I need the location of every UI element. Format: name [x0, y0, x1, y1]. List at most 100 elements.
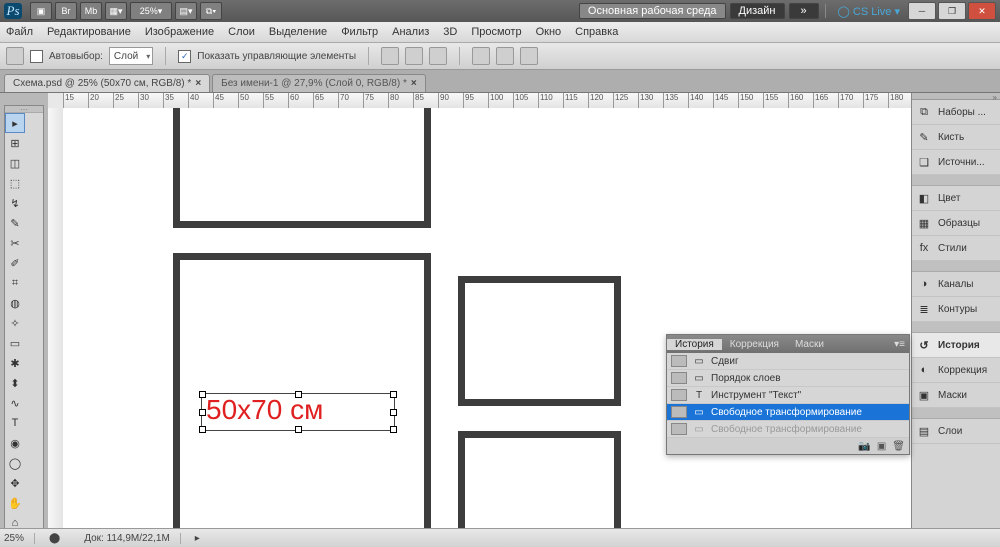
align-icon-6[interactable] — [520, 47, 538, 65]
bridge-icon[interactable]: Br — [55, 2, 77, 20]
doc-tab-0[interactable]: Схема.psd @ 25% (50x70 см, RGB/8) *× — [4, 74, 210, 92]
wand-tool[interactable]: ⬚ — [5, 173, 25, 193]
crop-tool[interactable]: ↯ — [5, 193, 25, 213]
history-label: Свободное трансформирование — [711, 407, 862, 418]
menu-analysis[interactable]: Анализ — [392, 26, 429, 38]
menu-layer[interactable]: Слои — [228, 26, 255, 38]
history-brush-tool[interactable]: ◍ — [5, 293, 25, 313]
close-icon[interactable]: × — [195, 78, 201, 89]
panel-[interactable]: fxСтили — [912, 236, 1000, 261]
shape-tool[interactable]: ◯ — [5, 453, 25, 473]
snapshot-icon[interactable]: 📷 — [858, 441, 870, 452]
panel-[interactable]: ⧉Наборы ... — [912, 100, 1000, 125]
history-item[interactable]: ▭Порядок слоев — [667, 370, 909, 387]
close-icon[interactable]: × — [411, 78, 417, 89]
text-selection[interactable]: 50x70 см — [201, 393, 395, 431]
history-item[interactable]: TИнструмент "Текст" — [667, 387, 909, 404]
trash-icon[interactable]: 🗑 — [892, 441, 905, 452]
align-icon-3[interactable] — [429, 47, 447, 65]
align-icon-1[interactable] — [381, 47, 399, 65]
cslive-link[interactable]: ◯ CS Live ▾ — [838, 5, 900, 18]
status-arrow-icon[interactable]: ▸ — [195, 533, 200, 544]
menu-select[interactable]: Выделение — [269, 26, 327, 38]
ruler-vertical[interactable] — [48, 108, 64, 543]
align-icon-4[interactable] — [472, 47, 490, 65]
window-close[interactable]: ✕ — [968, 2, 996, 20]
status-doc[interactable]: Док: 114,9M/22,1M — [84, 533, 181, 544]
panel-[interactable]: ↺История — [912, 333, 1000, 358]
eyedrop-tool[interactable]: ✎ — [5, 213, 25, 233]
marquee-tool[interactable]: ⊞ — [5, 133, 25, 153]
doc-tab-1[interactable]: Без имени-1 @ 27,9% (Слой 0, RGB/8) *× — [212, 74, 426, 92]
status-zoom[interactable]: 25% — [4, 533, 35, 544]
eraser-tool[interactable]: ✧ — [5, 313, 25, 333]
path-tool[interactable]: ◉ — [5, 433, 25, 453]
tab-masks[interactable]: Маски — [787, 339, 832, 350]
new-doc-icon[interactable]: ▣ — [877, 441, 886, 452]
blur-tool[interactable]: ✱ — [5, 353, 25, 373]
panel-[interactable]: ◐Коррекция — [912, 358, 1000, 383]
dock-grip[interactable]: » — [912, 93, 1000, 100]
panel-[interactable]: ◧Цвет — [912, 186, 1000, 211]
type-tool[interactable]: T — [5, 413, 25, 433]
ruler-origin[interactable] — [48, 93, 64, 109]
window-minimize[interactable]: ─ — [908, 2, 936, 20]
panel-menu-icon[interactable]: ▾≡ — [890, 339, 909, 350]
text-content[interactable]: 50x70 см — [202, 394, 394, 426]
tool-preset-icon[interactable] — [6, 47, 24, 65]
panel-[interactable]: ✎Кисть — [912, 125, 1000, 150]
arrange-icon[interactable]: ▦▾ — [105, 2, 127, 20]
document-canvas[interactable]: 50x70 см — [63, 108, 1000, 529]
move-tool[interactable]: ▸ — [5, 113, 25, 133]
history-item[interactable]: ▭Сдвиг — [667, 353, 909, 370]
menu-help[interactable]: Справка — [575, 26, 618, 38]
hand-tool[interactable]: ✋ — [5, 493, 25, 513]
panel-[interactable]: ▣Маски — [912, 383, 1000, 408]
right-panel-dock: » ⧉Наборы ...✎Кисть❏Источни... ◧Цвет▦Обра… — [911, 93, 1000, 547]
panel-[interactable]: ≣Контуры — [912, 297, 1000, 322]
3d-tool[interactable]: ✥ — [5, 473, 25, 493]
mbridge-icon[interactable]: Mb — [80, 2, 102, 20]
shape-rect-3[interactable] — [458, 276, 621, 406]
tab-history[interactable]: История — [667, 339, 722, 350]
heal-tool[interactable]: ✂ — [5, 233, 25, 253]
ruler-horizontal[interactable]: 1520253035404550556065707580859095100105… — [63, 93, 1000, 109]
history-step-icon — [671, 372, 687, 384]
screenmode-icon[interactable]: ▣ — [30, 2, 52, 20]
extras-icon[interactable]: ▤▾ — [175, 2, 197, 20]
workspace-main[interactable]: Основная рабочая среда — [579, 3, 726, 19]
align-icon-2[interactable] — [405, 47, 423, 65]
menu-filter[interactable]: Фильтр — [341, 26, 378, 38]
menu-image[interactable]: Изображение — [145, 26, 214, 38]
zoom-dropdown[interactable]: 25% ▾ — [130, 2, 172, 20]
panel-[interactable]: ▦Образцы — [912, 211, 1000, 236]
showcontrols-checkbox[interactable]: ✓ — [178, 50, 191, 63]
shape-rect-4[interactable] — [458, 431, 621, 529]
panel-[interactable]: ◑Каналы — [912, 272, 1000, 297]
menu-file[interactable]: Файл — [6, 26, 33, 38]
shape-rect-1[interactable] — [173, 108, 431, 228]
gradient-tool[interactable]: ▭ — [5, 333, 25, 353]
dodge-tool[interactable]: ⬍ — [5, 373, 25, 393]
history-item[interactable]: ▭Свободное трансформирование — [667, 421, 909, 438]
autoselect-checkbox[interactable] — [30, 50, 43, 63]
pen-tool[interactable]: ∿ — [5, 393, 25, 413]
workspace-design[interactable]: Дизайн — [730, 3, 785, 19]
autoselect-dropdown[interactable]: Слой — [109, 47, 153, 65]
history-item[interactable]: ▭Свободное трансформирование — [667, 404, 909, 421]
toolbox-grip[interactable]: ⋯ — [5, 106, 43, 113]
menu-edit[interactable]: Редактирование — [47, 26, 131, 38]
panel-[interactable]: ▤Слои — [912, 419, 1000, 444]
stamp-tool[interactable]: ⌗ — [5, 273, 25, 293]
menu-3d[interactable]: 3D — [443, 26, 457, 38]
workspace-more[interactable]: » — [789, 3, 819, 19]
brush-tool[interactable]: ✐ — [5, 253, 25, 273]
lasso-tool[interactable]: ◫ — [5, 153, 25, 173]
menu-view[interactable]: Просмотр — [471, 26, 521, 38]
guides-icon[interactable]: ⧉▾ — [200, 2, 222, 20]
menu-window[interactable]: Окно — [536, 26, 562, 38]
window-maximize[interactable]: ❐ — [938, 2, 966, 20]
align-icon-5[interactable] — [496, 47, 514, 65]
panel-[interactable]: ❏Источни... — [912, 150, 1000, 175]
tab-corrections[interactable]: Коррекция — [722, 339, 787, 350]
